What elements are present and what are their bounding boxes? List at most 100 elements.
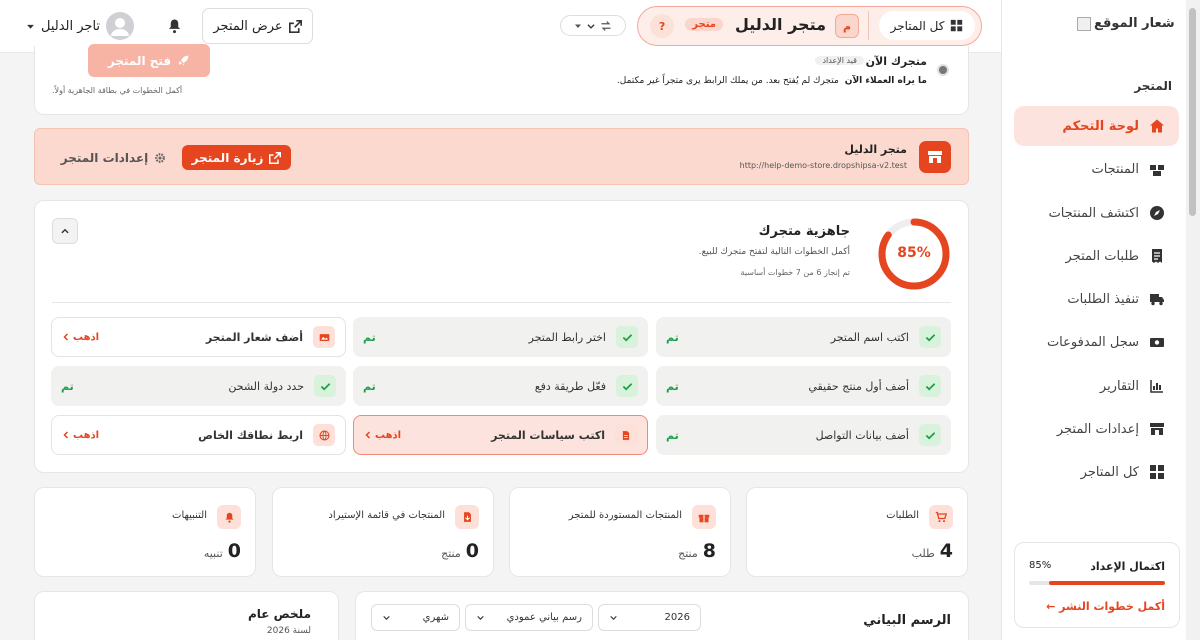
visit-store-label: زيارة المتجر: [191, 150, 264, 165]
stat-value: 4 طلب: [912, 540, 953, 562]
year-select[interactable]: 2026: [598, 604, 701, 631]
store-icon: [1150, 423, 1164, 435]
sidebar-item-fulfillment[interactable]: تنفيذ الطلبات: [1014, 279, 1179, 319]
status-desc: ما يراه العملاء الآن متجرك لم يُفتح بعد.…: [617, 76, 927, 86]
sidebar-item-orders[interactable]: طلبات المتجر: [1014, 236, 1179, 276]
stat-value: 8 منتج: [678, 540, 716, 562]
sidebar-item-all-stores[interactable]: كل المتاجر: [1014, 452, 1179, 492]
banner-store-url[interactable]: http://help-demo-store.dropshipsa-v2.tes…: [740, 161, 907, 170]
step-label: حدد دولة الشحن: [228, 379, 304, 393]
all-stores-button[interactable]: كل المتاجر: [879, 11, 975, 40]
period-value: شهري: [422, 612, 449, 623]
store-type-badge: متجر: [685, 18, 723, 31]
boxes-icon: [1150, 165, 1164, 176]
stat-unit: طلب: [911, 547, 935, 560]
step-payment-method[interactable]: فعّل طريقة دفع تم: [353, 366, 648, 406]
stat-card-alerts[interactable]: التنبيهات 0 تنبيه: [34, 487, 256, 577]
step-label: اكتب اسم المتجر: [830, 330, 909, 344]
sidebar-item-payments[interactable]: سجل المدفوعات: [1014, 322, 1179, 362]
status-dot: [937, 64, 949, 76]
check-icon: [314, 375, 336, 397]
open-store-button[interactable]: فتح المتجر: [88, 44, 210, 77]
store-switch-dropdown[interactable]: [560, 15, 626, 36]
sidebar-section-title: المتجر: [1134, 79, 1172, 93]
bell-icon[interactable]: [167, 18, 182, 34]
sidebar-item-label: اكتشف المنتجات: [1048, 205, 1139, 221]
stat-number: 8: [702, 540, 716, 562]
step-shipping-country[interactable]: حدد دولة الشحن تم: [51, 366, 346, 406]
step-go-link[interactable]: اذهب: [62, 430, 99, 441]
view-store-button[interactable]: عرض المتجر: [202, 8, 313, 44]
period-select[interactable]: شهري: [371, 604, 460, 631]
sidebar-item-label: تنفيذ الطلبات: [1067, 291, 1139, 307]
scrollbar-thumb[interactable]: [1189, 8, 1196, 216]
rocket-icon: [178, 55, 189, 66]
broken-image-icon: [1077, 16, 1091, 31]
sidebar-item-discover[interactable]: اكتشف المنتجات: [1014, 193, 1179, 233]
stat-card-import-list[interactable]: المنتجات في قائمة الإستيراد 0 منتج: [272, 487, 494, 577]
sidebar-item-label: كل المتاجر: [1080, 464, 1139, 480]
home-icon: [1150, 119, 1164, 133]
step-label: أضف أول منتج حقيقي: [808, 379, 909, 393]
site-logo-text: شعار الموقع: [1094, 16, 1175, 31]
step-status: تم: [666, 330, 679, 344]
step-custom-domain[interactable]: اربط نطاقك الخاص اذهب: [51, 415, 346, 455]
step-go-link[interactable]: اذهب: [62, 332, 99, 343]
stat-card-orders[interactable]: الطلبات 4 طلب: [746, 487, 968, 577]
step-store-link[interactable]: اختر رابط المتجر تم: [353, 317, 648, 357]
divider: [868, 11, 869, 40]
chevron-left-icon: [63, 333, 69, 341]
summary-title: ملخص عام: [247, 607, 311, 621]
store-status-card: متجرك الآن قيد الإعداد ما يراه العملاء ا…: [34, 44, 969, 115]
visit-store-button[interactable]: زيارة المتجر: [182, 145, 291, 170]
step-label: فعّل طريقة دفع: [534, 379, 606, 393]
summary-card: ملخص عام لسنة 2026: [34, 591, 339, 640]
sidebar-item-dashboard[interactable]: لوحة التحكم: [1014, 106, 1179, 146]
store-icon: [919, 141, 951, 173]
store-banner: متجر الدليل http://help-demo-store.drops…: [34, 128, 969, 185]
grid-icon: [951, 19, 963, 32]
external-link-icon: [288, 19, 302, 33]
status-badge: قيد الإعداد: [815, 56, 864, 65]
scrollbar[interactable]: [1186, 0, 1200, 640]
stat-unit: منتج: [678, 547, 698, 560]
chart-icon: [1150, 380, 1163, 393]
bell-icon: [217, 505, 241, 529]
step-store-policies[interactable]: اكتب سياسات المتجر اذهب: [353, 415, 648, 455]
step-status: اذهب: [73, 331, 100, 343]
sidebar: شعار الموقع المتجر لوحة التحكم المنتجات …: [1001, 0, 1186, 640]
stat-number: 0: [227, 540, 241, 562]
step-label: أضف شعار المتجر: [205, 330, 303, 344]
step-first-product[interactable]: أضف أول منتج حقيقي تم: [656, 366, 951, 406]
step-label: اختر رابط المتجر: [528, 330, 606, 344]
sidebar-item-reports[interactable]: التقارير: [1014, 366, 1179, 406]
user-menu[interactable]: تاجر الدليل: [26, 12, 135, 40]
cart-icon: [929, 505, 953, 529]
store-settings-button[interactable]: إعدادات المتجر: [55, 145, 172, 170]
chart-type-select[interactable]: رسم بياني عمودي: [465, 604, 593, 631]
help-button[interactable]: ?: [650, 14, 674, 38]
step-go-link[interactable]: اذهب: [364, 430, 401, 441]
sidebar-item-label: سجل المدفوعات: [1046, 334, 1139, 350]
step-status: تم: [363, 379, 376, 393]
store-avatar: م: [835, 14, 859, 38]
step-contact-info[interactable]: أضف بيانات التواصل تم: [656, 415, 951, 455]
caret-down-icon: [575, 24, 581, 28]
open-store-hint: أكمل الخطوات في بطاقة الجاهزية أولاً.: [52, 86, 183, 95]
site-logo[interactable]: شعار الموقع: [1077, 16, 1175, 31]
setup-complete-link[interactable]: أكمل خطوات النشر ←: [1046, 600, 1165, 613]
step-status: تم: [363, 330, 376, 344]
user-name: تاجر الدليل: [41, 18, 101, 34]
current-store-name[interactable]: متجر الدليل: [735, 15, 826, 34]
step-store-logo[interactable]: أضف شعار المتجر اذهب: [51, 317, 346, 357]
step-store-name[interactable]: اكتب اسم المتجر تم: [656, 317, 951, 357]
sidebar-item-store-settings[interactable]: إعدادات المتجر: [1014, 409, 1179, 449]
stat-label: التنبيهات: [172, 510, 207, 521]
sidebar-item-label: إعدادات المتجر: [1056, 421, 1139, 437]
stat-label: الطلبات: [886, 510, 919, 521]
sidebar-item-products[interactable]: المنتجات: [1014, 149, 1179, 189]
divider: [52, 302, 951, 303]
collapse-button[interactable]: [52, 218, 78, 244]
stat-card-imported-products[interactable]: المنتجات المستوردة للمتجر 8 منتج: [509, 487, 731, 577]
chart-panel-title: الرسم البياني: [863, 613, 951, 628]
